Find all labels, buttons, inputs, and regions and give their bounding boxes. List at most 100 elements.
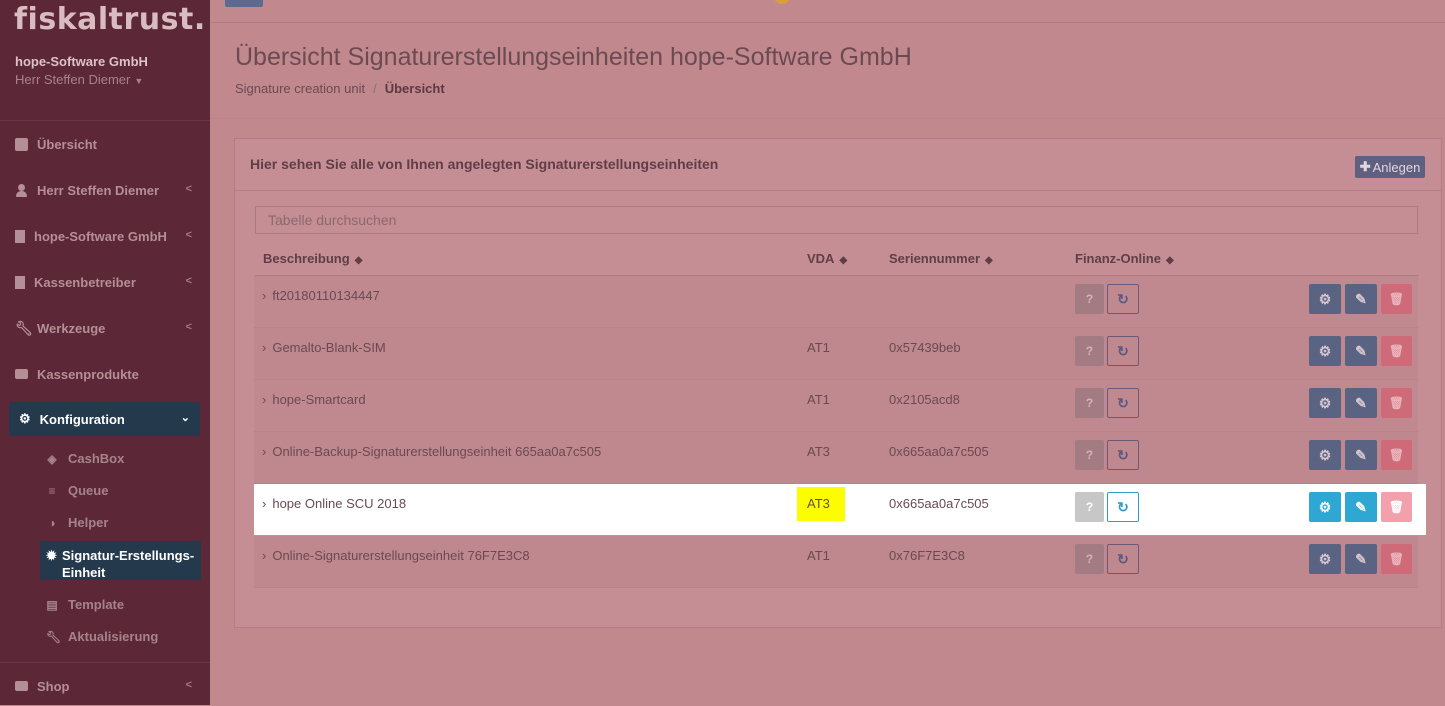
cell-serial: 0x2105acd8 bbox=[889, 392, 960, 407]
nav-item-kassenprodukte[interactable]: Kassenprodukte bbox=[0, 354, 210, 394]
database-icon: ≡ bbox=[48, 483, 56, 498]
search-input[interactable] bbox=[255, 206, 1418, 234]
sort-icon: ◆ bbox=[354, 255, 363, 266]
help-button[interactable]: ? bbox=[1075, 388, 1104, 418]
refresh-button[interactable]: ↻ bbox=[1107, 388, 1139, 418]
trash-icon: 🗑︎ bbox=[1388, 292, 1405, 306]
refresh-button[interactable]: ↻ bbox=[1107, 440, 1139, 470]
delete-button[interactable]: 🗑︎ bbox=[1381, 336, 1412, 366]
help-button[interactable]: ? bbox=[1075, 544, 1104, 574]
sort-icon: ◆ bbox=[839, 255, 848, 266]
sub-item-aktualisierung[interactable]: 🔧︎ Aktualisierung bbox=[46, 629, 158, 644]
settings-button[interactable]: ⚙ bbox=[1309, 544, 1341, 574]
nav-label: hope-Software GmbH bbox=[34, 228, 167, 244]
gear-icon: ⚙ bbox=[1318, 446, 1332, 463]
help-button[interactable]: ? bbox=[1075, 492, 1104, 522]
delete-button[interactable]: 🗑︎ bbox=[1381, 492, 1412, 522]
chevron-right-icon[interactable]: › bbox=[262, 392, 266, 407]
briefcase-icon bbox=[15, 369, 28, 379]
edit-button[interactable]: ✎ bbox=[1345, 284, 1377, 314]
description-text: hope Online SCU 2018 bbox=[272, 496, 407, 511]
add-button[interactable]: ✚ Anlegen bbox=[1355, 156, 1425, 178]
refresh-button[interactable]: ↻ bbox=[1107, 492, 1139, 522]
breadcrumb-separator: / bbox=[373, 81, 377, 96]
cell-serial: 0x665aa0a7c505 bbox=[889, 496, 989, 511]
delete-button[interactable]: 🗑︎ bbox=[1381, 440, 1412, 470]
refresh-button[interactable]: ↻ bbox=[1107, 336, 1139, 366]
sub-item-helper[interactable]: ◑ Helper bbox=[46, 515, 108, 530]
nav-label: Werkzeuge bbox=[37, 320, 106, 336]
nav-item-uebersicht[interactable]: Übersicht bbox=[0, 124, 210, 164]
edit-button[interactable]: ✎ bbox=[1345, 336, 1377, 366]
chevron-right-icon[interactable]: › bbox=[262, 548, 266, 563]
divider bbox=[0, 120, 210, 121]
table-row[interactable]: › Online-Backup-Signaturerstellungseinhei… bbox=[254, 432, 1418, 484]
column-header-vda[interactable]: VDA ◆ bbox=[807, 251, 847, 266]
cell-description[interactable]: › hope-Smartcard bbox=[262, 392, 366, 407]
help-button[interactable]: ? bbox=[1075, 336, 1104, 366]
user-menu[interactable]: Herr Steffen Diemer ▼ bbox=[15, 72, 143, 87]
edit-button[interactable]: ✎ bbox=[1345, 440, 1377, 470]
delete-button[interactable]: 🗑︎ bbox=[1381, 388, 1412, 418]
cell-description[interactable]: › ft20180110134447 bbox=[262, 288, 380, 303]
nav-item-shop[interactable]: Shop < bbox=[0, 666, 210, 706]
table-row[interactable]: › ft20180110134447? ↻ ⚙ ✎ 🗑︎ bbox=[254, 276, 1418, 328]
column-header-seriennummer[interactable]: Seriennummer ◆ bbox=[889, 251, 993, 266]
table-row[interactable]: › hope Online SCU 2018 AT3 0x665aa0a7c505? ↻… bbox=[254, 484, 1426, 535]
trash-icon: 🗑︎ bbox=[1388, 344, 1405, 358]
pencil-icon: ✎ bbox=[1355, 342, 1367, 359]
settings-button[interactable]: ⚙ bbox=[1309, 388, 1341, 418]
cell-description[interactable]: › Gemalto-Blank-SIM bbox=[262, 340, 386, 355]
nav-item-company[interactable]: hope-Software GmbH < bbox=[0, 216, 210, 256]
edit-button[interactable]: ✎ bbox=[1345, 388, 1377, 418]
chevron-right-icon[interactable]: › bbox=[262, 444, 266, 459]
delete-button[interactable]: 🗑︎ bbox=[1381, 284, 1412, 314]
edit-button[interactable]: ✎ bbox=[1345, 492, 1377, 522]
sub-label: Template bbox=[68, 597, 125, 612]
chevron-right-icon[interactable]: › bbox=[262, 288, 266, 303]
menu-toggle-button[interactable] bbox=[225, 0, 263, 7]
notification-icon[interactable] bbox=[775, 0, 789, 4]
cell-description[interactable]: › Online-Signaturerstellungseinheit 76F7E… bbox=[262, 548, 530, 563]
caret-down-icon[interactable]: ▼ bbox=[134, 76, 143, 86]
help-button[interactable]: ? bbox=[1075, 284, 1104, 314]
sidebar: fiskaltrust. hope-Software GmbH Herr Ste… bbox=[0, 0, 210, 705]
column-header-finanz-online[interactable]: Finanz-Online ◆ bbox=[1075, 251, 1174, 266]
chevron-right-icon[interactable]: › bbox=[262, 496, 266, 511]
table-row[interactable]: › Online-Signaturerstellungseinheit 76F7E… bbox=[254, 536, 1418, 588]
sub-item-cashbox[interactable]: ◈ CashBox bbox=[46, 451, 124, 466]
sub-item-template[interactable]: ▤ Template bbox=[46, 597, 124, 612]
panel-header: Hier sehen Sie alle von Ihnen angelegten… bbox=[235, 139, 1441, 191]
settings-button[interactable]: ⚙ bbox=[1309, 492, 1341, 522]
settings-button[interactable]: ⚙ bbox=[1309, 440, 1341, 470]
edit-button[interactable]: ✎ bbox=[1345, 544, 1377, 574]
delete-button[interactable]: 🗑︎ bbox=[1381, 544, 1412, 574]
cell-serial: 0x665aa0a7c505 bbox=[889, 444, 989, 459]
question-icon: ? bbox=[1085, 448, 1094, 462]
cell-description[interactable]: › hope Online SCU 2018 bbox=[262, 496, 406, 511]
column-header-beschreibung[interactable]: Beschreibung ◆ bbox=[263, 251, 362, 266]
refresh-button[interactable]: ↻ bbox=[1107, 284, 1139, 314]
nav-item-konfiguration[interactable]: ⚙ Konfiguration ⌄ bbox=[9, 402, 200, 436]
nav-item-werkzeuge[interactable]: 🔧︎ Werkzeuge < bbox=[0, 308, 210, 348]
chevron-right-icon[interactable]: › bbox=[262, 340, 266, 355]
logo[interactable]: fiskaltrust. bbox=[14, 2, 206, 37]
help-button[interactable]: ? bbox=[1075, 440, 1104, 470]
sort-icon: ◆ bbox=[985, 255, 993, 266]
sub-item-signatur-erstellungs-einheit[interactable]: ✹ Signatur-Erstellungs-Einheit bbox=[40, 541, 201, 580]
breadcrumb-link[interactable]: Signature creation unit bbox=[235, 81, 365, 96]
user-name[interactable]: Herr Steffen Diemer bbox=[15, 72, 130, 87]
question-icon: ? bbox=[1085, 292, 1094, 306]
cell-serial: 0x76F7E3C8 bbox=[889, 548, 965, 563]
table-row[interactable]: › Gemalto-Blank-SIM AT1 0x57439beb? ↻ ⚙ ✎ 🗑︎ bbox=[254, 328, 1418, 380]
column-label: Beschreibung bbox=[263, 251, 350, 266]
nav-item-user[interactable]: Herr Steffen Diemer < bbox=[0, 170, 210, 210]
cell-description[interactable]: › Online-Backup-Signaturerstellungseinhei… bbox=[262, 444, 601, 459]
company-name: hope-Software GmbH bbox=[15, 54, 148, 69]
settings-button[interactable]: ⚙ bbox=[1309, 284, 1341, 314]
table-row[interactable]: › hope-Smartcard AT1 0x2105acd8? ↻ ⚙ ✎ 🗑︎ bbox=[254, 380, 1418, 432]
nav-item-kassenbetreiber[interactable]: Kassenbetreiber < bbox=[0, 262, 210, 302]
settings-button[interactable]: ⚙ bbox=[1309, 336, 1341, 366]
sub-item-queue[interactable]: ≡ Queue bbox=[46, 483, 108, 498]
refresh-button[interactable]: ↻ bbox=[1107, 544, 1139, 574]
